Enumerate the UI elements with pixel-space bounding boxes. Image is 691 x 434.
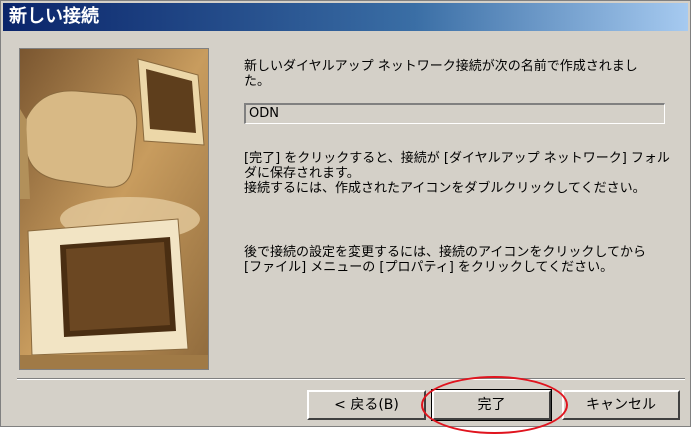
button-separator [17,378,685,380]
change-settings-info: 後で接続の設定を変更するには、接続のアイコンをクリックしてから [ファイル] メ… [244,245,646,275]
computer-monitors-illustration [19,48,209,370]
change-settings-line-1: 後で接続の設定を変更するには、接続のアイコンをクリックしてから [244,245,646,260]
finish-info-line-2: ダに保存されます。 [244,166,360,181]
connection-name-field[interactable]: ODN [244,103,665,124]
created-message: 新しいダイヤルアップ ネットワーク接続が次の名前で作成されまし た。 [244,59,638,89]
finish-button[interactable]: 完了 [431,389,552,421]
finish-info-line-3: 接続するには、作成されたアイコンをダブルクリックしてください。 [244,181,646,196]
change-settings-line-2: [ファイル] メニューの [プロパティ] をクリックしてください。 [244,260,614,275]
created-message-line-2: た。 [244,74,271,89]
back-button[interactable]: < 戻る(B) [307,390,426,420]
window-title: 新しい接続 [9,6,99,27]
title-bar: 新しい接続 [3,3,688,31]
finish-info: [完了] をクリックすると、接続が [ダイヤルアップ ネットワーク] フォル ダ… [244,151,670,196]
computer-monitors-icon [20,49,208,369]
finish-info-line-1: [完了] をクリックすると、接続が [ダイヤルアップ ネットワーク] フォル [244,151,670,166]
cancel-button[interactable]: キャンセル [562,390,680,420]
created-message-line-1: 新しいダイヤルアップ ネットワーク接続が次の名前で作成されまし [244,59,638,74]
new-connection-dialog: 新しい接続 新しいダイヤルアップ ネットワーク接続が次の名前で作成されまし た。… [0,0,691,434]
